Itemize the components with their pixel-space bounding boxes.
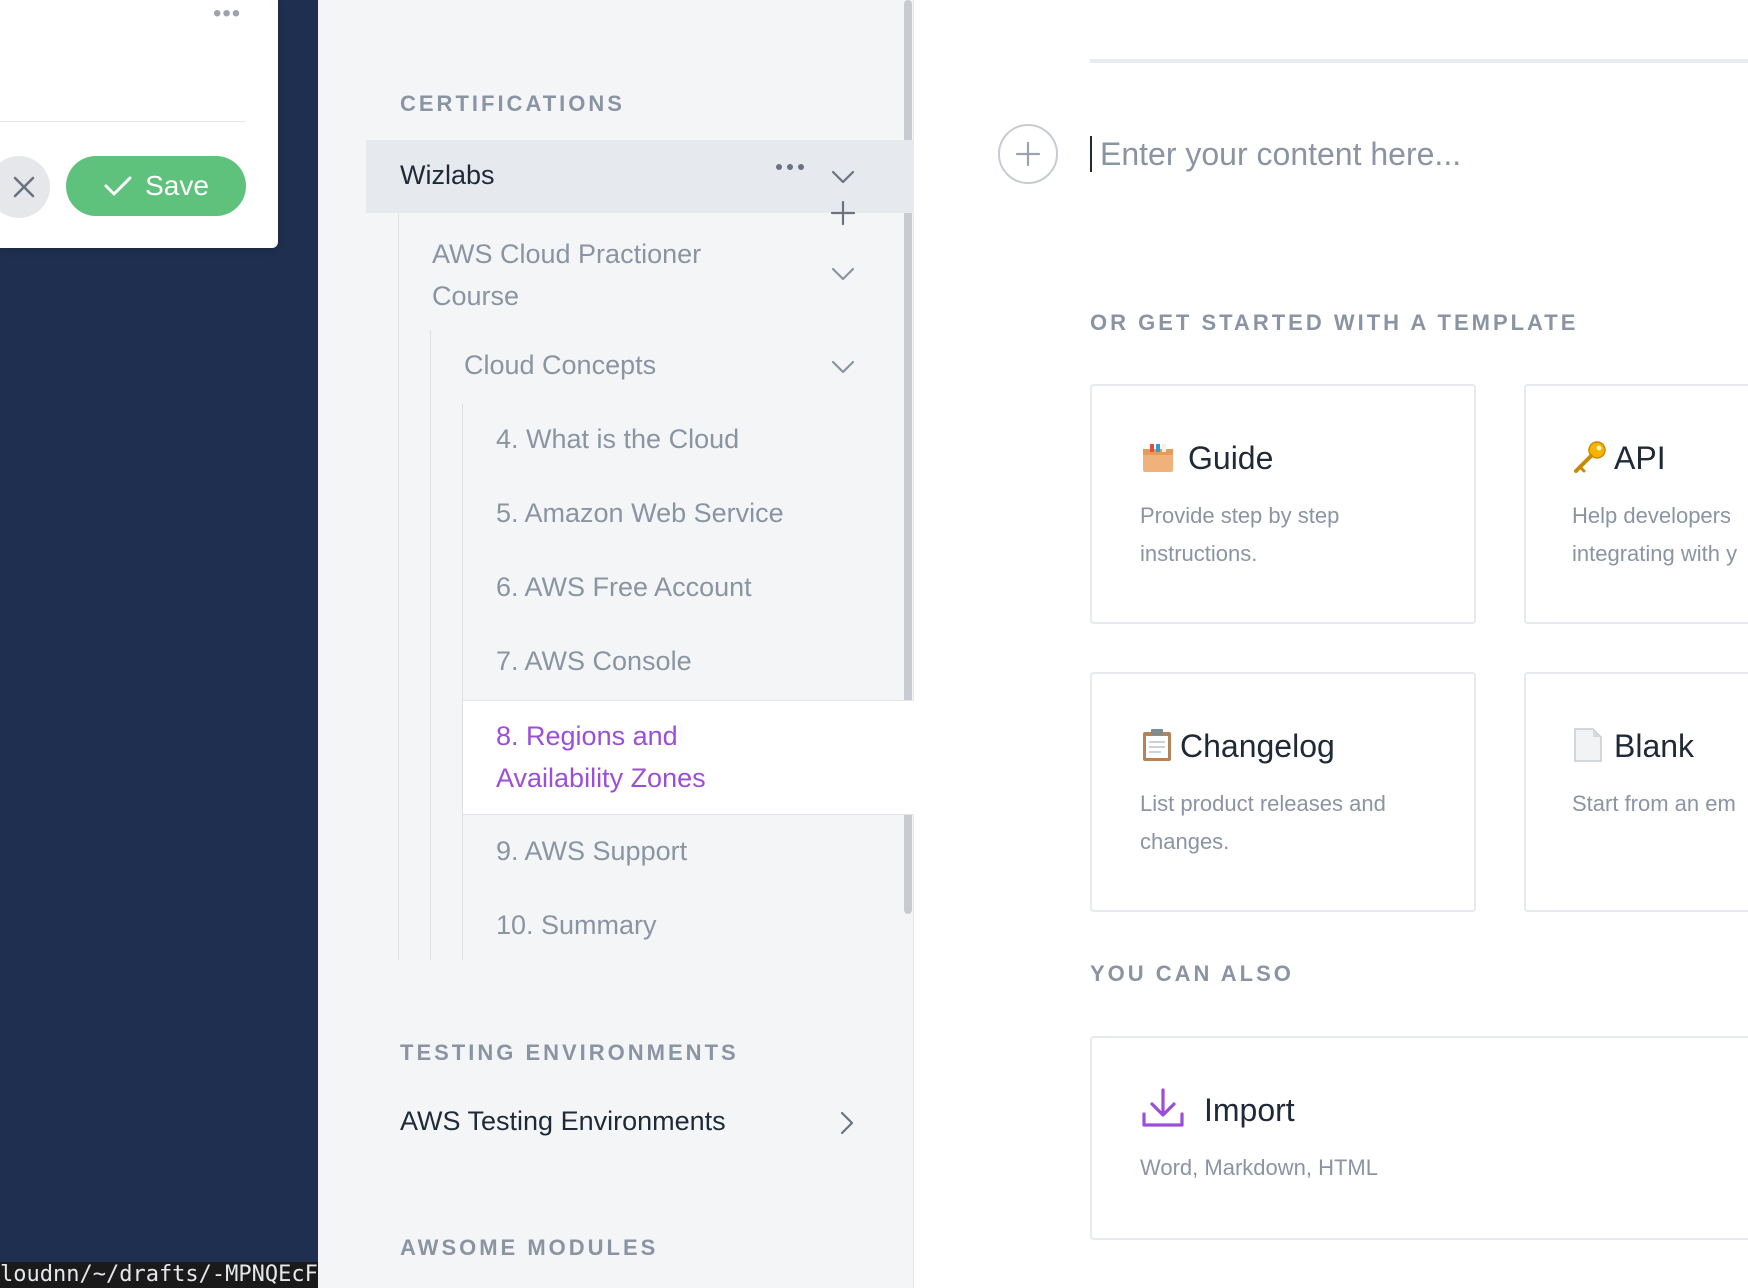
template-title-blank: Blank	[1614, 728, 1695, 764]
also-heading: YOU CAN ALSO	[1090, 961, 1294, 986]
template-desc-guide-line2: instructions.	[1140, 541, 1258, 566]
template-desc-api-line1: Help developers	[1572, 503, 1731, 528]
chevron-right-icon[interactable]	[834, 1110, 860, 1136]
plus-icon	[1015, 141, 1041, 167]
tree-guide-line	[462, 404, 463, 960]
tree-guide-line	[398, 214, 399, 960]
more-options-icon[interactable]	[776, 164, 804, 170]
template-card-blank[interactable]: Blank Start from an em	[1524, 672, 1748, 912]
template-title-api: API	[1614, 440, 1666, 476]
template-desc-changelog-line2: changes.	[1140, 829, 1230, 854]
chevron-down-icon[interactable]	[830, 354, 856, 380]
template-card-changelog[interactable]: Changelog List product releases and chan…	[1090, 672, 1476, 912]
add-page-icon[interactable]	[830, 200, 856, 226]
template-desc-api-line2: integrating with y	[1572, 541, 1738, 566]
save-button-label: Save	[145, 170, 209, 201]
chevron-down-icon[interactable]	[830, 164, 856, 190]
template-title-changelog: Changelog	[1180, 728, 1335, 764]
check-icon	[104, 176, 132, 196]
section-label-testing-environments: TESTING ENVIRONMENTS	[400, 1040, 739, 1065]
box-icon	[1143, 444, 1173, 472]
download-icon	[1142, 1088, 1184, 1127]
key-icon	[1574, 441, 1606, 473]
more-options-icon[interactable]: •••	[213, 2, 241, 26]
sidebar-item-aws-support[interactable]: 9. AWS Support	[496, 836, 687, 867]
sidebar-item-wizlabs[interactable]: Wizlabs	[400, 160, 495, 191]
popover-divider	[0, 121, 246, 122]
sidebar-item-regions-and-availability-zones[interactable]: 8. Regions and Availability Zones	[496, 715, 796, 799]
chevron-down-icon[interactable]	[830, 261, 856, 287]
sidebar-item-amazon-web-service[interactable]: 5. Amazon Web Service	[496, 498, 784, 529]
insert-block-button[interactable]	[998, 124, 1058, 184]
import-card[interactable]: Import Word, Markdown, HTML	[1090, 1036, 1748, 1240]
template-desc-guide-line1: Provide step by step	[1140, 503, 1340, 528]
section-label-awsome-modules: AWSOME MODULES	[400, 1235, 659, 1260]
template-desc-blank-line1: Start from an em	[1572, 791, 1736, 816]
sidebar-item-summary[interactable]: 10. Summary	[496, 910, 657, 941]
cancel-button[interactable]	[0, 156, 50, 218]
sidebar-item-aws-testing-environments[interactable]: AWS Testing Environments	[400, 1106, 726, 1137]
text-cursor	[1090, 136, 1092, 172]
template-title-guide: Guide	[1188, 440, 1274, 476]
template-desc-changelog-line1: List product releases and	[1140, 791, 1386, 816]
sidebar-item-aws-console[interactable]: 7. AWS Console	[496, 646, 692, 677]
import-desc: Word, Markdown, HTML	[1140, 1155, 1378, 1180]
tree-guide-line	[430, 330, 431, 960]
edit-popover: ••• Save	[0, 0, 278, 248]
sidebar-item-aws-cloud-practioner-course[interactable]: AWS Cloud Practioner Course	[432, 233, 752, 317]
import-title: Import	[1204, 1092, 1295, 1128]
content-editor-input[interactable]	[1100, 130, 1700, 178]
page-icon	[1574, 728, 1602, 762]
title-underline	[1090, 59, 1748, 63]
template-card-guide[interactable]: Guide Provide step by step instructions.	[1090, 384, 1476, 624]
sidebar-item-what-is-the-cloud[interactable]: 4. What is the Cloud	[496, 424, 739, 455]
clipboard-icon	[1143, 729, 1171, 761]
section-label-certifications: CERTIFICATIONS	[400, 91, 625, 116]
template-card-api[interactable]: API Help developers integrating with y	[1524, 384, 1748, 624]
save-button[interactable]: Save	[66, 156, 246, 216]
template-heading: OR GET STARTED WITH A TEMPLATE	[1090, 310, 1579, 335]
close-icon	[13, 176, 35, 198]
sidebar-item-aws-free-account[interactable]: 6. AWS Free Account	[496, 572, 752, 603]
sidebar-item-cloud-concepts[interactable]: Cloud Concepts	[464, 350, 656, 381]
